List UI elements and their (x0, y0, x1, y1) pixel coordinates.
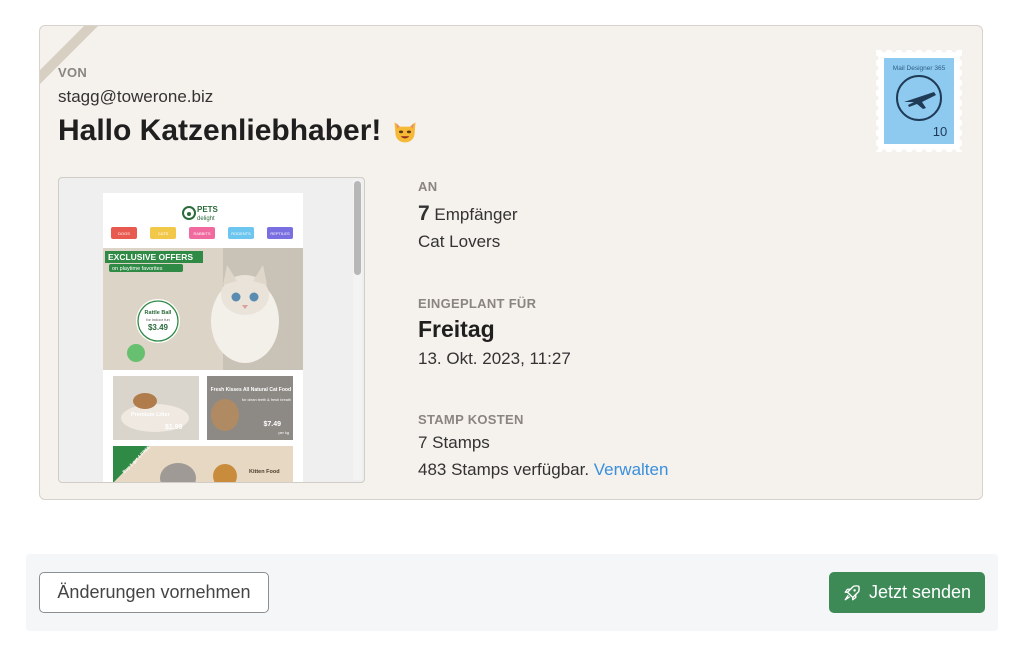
hero-product-note: for indoor fun (146, 317, 170, 322)
brand-top: PETS (197, 205, 219, 214)
preview-nav-label: DOGS (118, 231, 130, 236)
tile2-title: Fresh Kisses All Natural Cat Food (211, 387, 291, 393)
newsletter-graphic: PETS delight DOGS CATS RABBITS RODENTS REPTI… (103, 205, 303, 482)
email-preview[interactable]: PETS delight DOGS CATS RABBITS RODENTS REPTI… (58, 177, 365, 483)
hero-title: EXCLUSIVE OFFERS (108, 252, 193, 262)
tile1-price: $1.99 (165, 424, 183, 431)
postage-stamp: Mail Designer 365 10 (876, 50, 962, 152)
action-bar: Änderungen vornehmen Jetzt senden (26, 554, 998, 631)
subject-text: Hallo Katzenliebhaber! (58, 114, 382, 147)
stamp-cost-label: STAMP KOSTEN (418, 412, 524, 427)
recipients: 7 Empfänger (418, 202, 518, 226)
newsletter-preview: PETS delight DOGS CATS RABBITS RODENTS REPTI… (103, 193, 303, 482)
to-label: AN (418, 179, 438, 194)
manage-stamps-link[interactable]: Verwalten (594, 460, 669, 479)
preview-nav-label: REPTILES (270, 231, 290, 236)
send-now-button[interactable]: Jetzt senden (829, 572, 985, 613)
email-subject: Hallo Katzenliebhaber! (58, 114, 419, 148)
from-label: VON (58, 65, 88, 80)
scheduled-day: Freitag (418, 316, 495, 342)
hero-price: $3.49 (148, 323, 169, 332)
edit-changes-button[interactable]: Änderungen vornehmen (39, 572, 269, 613)
email-summary-card: VON stagg@towerone.biz Hallo Katzenliebh… (39, 25, 983, 500)
preview-nav-label: RODENTS (231, 231, 251, 236)
preview-nav-label: CATS (158, 231, 169, 236)
rocket-icon (844, 584, 860, 600)
stamps-available: 483 Stamps verfügbar. (418, 460, 590, 479)
tile1-title: Premium Litter (131, 412, 171, 418)
stamp-value: 10 (933, 124, 947, 139)
tile2-note: for clean teeth & fresh breath (242, 398, 291, 402)
tile2-unit: per kg (278, 431, 289, 435)
promo-title: Kitten Food (249, 469, 280, 475)
from-address: stagg@towerone.biz (58, 87, 214, 106)
stamp-cost: 7 Stamps (418, 433, 490, 452)
recipients-count: 7 (418, 202, 430, 225)
brand-bottom: delight (197, 216, 215, 222)
scheduled-label: EINGEPLANT FÜR (418, 296, 537, 311)
stamp-brand: Mail Designer 365 (893, 65, 946, 72)
hero-sub: on playtime favorites (112, 266, 163, 272)
preview-scrollbar[interactable] (353, 180, 362, 480)
preview-nav: DOGS CATS RABBITS RODENTS REPTILES (111, 227, 293, 239)
stamp-availability: 483 Stamps verfügbar. Verwalten (418, 460, 668, 480)
preview-scroll-thumb[interactable] (354, 181, 361, 275)
cat-face-emoji-icon (394, 122, 416, 143)
scheduled-datetime: 13. Okt. 2023, 11:27 (418, 349, 571, 368)
preview-nav-label: RABBITS (193, 231, 210, 236)
hero-product: Rattle Ball (145, 310, 172, 316)
send-now-label: Jetzt senden (868, 582, 972, 602)
tile2-price: $7.49 (263, 421, 281, 428)
recipients-word: Empfänger (434, 205, 518, 224)
recipient-list-name: Cat Lovers (418, 232, 501, 251)
